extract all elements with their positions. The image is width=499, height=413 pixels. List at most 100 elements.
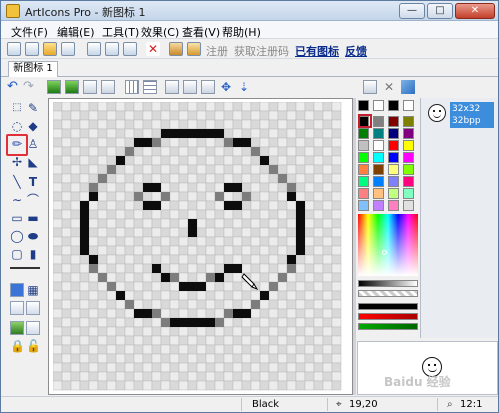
grid-cell[interactable] — [241, 218, 252, 229]
line-width-icon[interactable] — [10, 267, 40, 271]
menu-file[interactable]: 文件(F) — [11, 24, 48, 40]
grid-cell[interactable] — [205, 254, 216, 265]
grid-cell[interactable] — [277, 344, 288, 355]
grid-cell[interactable] — [322, 380, 333, 391]
grid-cell[interactable] — [187, 308, 198, 319]
grid-cell[interactable] — [214, 227, 225, 238]
grid-cell[interactable] — [142, 155, 153, 166]
grid-cell[interactable] — [304, 173, 315, 184]
grid-cell[interactable] — [53, 254, 63, 265]
grid-cell[interactable] — [151, 209, 162, 220]
grid-cell[interactable] — [277, 102, 288, 112]
grid-cell[interactable] — [313, 200, 324, 211]
grid-cell[interactable] — [133, 110, 144, 121]
grid-cell[interactable] — [97, 335, 108, 346]
brush-icon[interactable]: ♙ — [26, 137, 40, 151]
grid-cell[interactable] — [79, 155, 90, 166]
grid-cell[interactable] — [88, 299, 99, 310]
painted-pixel[interactable] — [260, 156, 269, 165]
grid-cell[interactable] — [196, 371, 207, 382]
grid-cell[interactable] — [196, 173, 207, 184]
grid-cell[interactable] — [160, 380, 171, 391]
grid-cell[interactable] — [133, 380, 144, 391]
grid-cell[interactable] — [133, 218, 144, 229]
painted-pixel[interactable] — [296, 237, 305, 246]
grid-cell[interactable] — [169, 155, 180, 166]
grid-cell[interactable] — [53, 218, 63, 229]
grid-cell[interactable] — [115, 317, 126, 328]
grid-cell[interactable] — [295, 263, 306, 274]
grid-cell[interactable] — [259, 164, 270, 175]
grid-cell[interactable] — [124, 362, 135, 373]
grid-cell[interactable] — [313, 263, 324, 274]
grid-cell[interactable] — [232, 371, 243, 382]
grid-cell[interactable] — [187, 209, 198, 220]
grid-cell[interactable] — [169, 146, 180, 157]
grid-cell[interactable] — [169, 254, 180, 265]
painted-pixel[interactable] — [161, 273, 170, 282]
grid-cell[interactable] — [232, 290, 243, 301]
grid-cell[interactable] — [304, 146, 315, 157]
grid-cell[interactable] — [214, 236, 225, 247]
grid-cell[interactable] — [241, 110, 252, 121]
grid-cell[interactable] — [214, 110, 225, 121]
grid-cell[interactable] — [286, 209, 297, 220]
palette-swatch[interactable] — [388, 188, 399, 199]
grid-cell[interactable] — [88, 272, 99, 283]
grid-cell[interactable] — [178, 272, 189, 283]
grid-cell[interactable] — [286, 164, 297, 175]
grid-cell[interactable] — [61, 299, 72, 310]
grid-cell[interactable] — [295, 182, 306, 193]
grid-cell[interactable] — [331, 209, 342, 220]
grid-cell[interactable] — [205, 380, 216, 391]
grid-cell[interactable] — [142, 281, 153, 292]
painted-pixel[interactable] — [89, 183, 98, 192]
grid-cell[interactable] — [106, 254, 117, 265]
grid-cell[interactable] — [331, 119, 342, 130]
grid-cell[interactable] — [304, 164, 315, 175]
grid-cell[interactable] — [286, 335, 297, 346]
grid-cell[interactable] — [79, 110, 90, 121]
grid-cell[interactable] — [70, 227, 81, 238]
grid-cell[interactable] — [286, 227, 297, 238]
grid-cell[interactable] — [61, 164, 72, 175]
grid-cell[interactable] — [160, 209, 171, 220]
grid-cell[interactable] — [223, 191, 234, 202]
painted-pixel[interactable] — [296, 210, 305, 219]
grid-cell[interactable] — [322, 191, 333, 202]
grid-cell[interactable] — [223, 245, 234, 256]
grid-cell[interactable] — [124, 380, 135, 391]
grid-cell[interactable] — [322, 317, 333, 328]
new-file-icon[interactable] — [25, 42, 39, 56]
palette-swatch[interactable] — [373, 176, 384, 187]
palette-swatch[interactable] — [373, 164, 384, 175]
grid-cell[interactable] — [61, 281, 72, 292]
grid-cell[interactable] — [259, 371, 270, 382]
grid-cell[interactable] — [133, 164, 144, 175]
grid-cell[interactable] — [97, 254, 108, 265]
ellipse-icon[interactable]: ◯ — [10, 229, 24, 243]
grid-cell[interactable] — [259, 272, 270, 283]
grid-cell[interactable] — [187, 137, 198, 148]
grid-cell[interactable] — [277, 317, 288, 328]
grid-cell[interactable] — [178, 254, 189, 265]
grid-cell[interactable] — [88, 317, 99, 328]
grid-cell[interactable] — [322, 371, 333, 382]
grid-cell[interactable] — [268, 326, 279, 337]
grid-cell[interactable] — [295, 362, 306, 373]
grid-cell[interactable] — [304, 317, 315, 328]
grid-cell[interactable] — [259, 209, 270, 220]
grid-cell[interactable] — [88, 146, 99, 157]
grid-cell[interactable] — [313, 371, 324, 382]
grid-cell[interactable] — [196, 299, 207, 310]
grid-cell[interactable] — [268, 272, 279, 283]
grid-cell[interactable] — [61, 245, 72, 256]
grid-cell[interactable] — [223, 290, 234, 301]
grid-cell[interactable] — [160, 236, 171, 247]
grid-cell[interactable] — [322, 362, 333, 373]
grid-cell[interactable] — [97, 290, 108, 301]
grid-cell[interactable] — [151, 299, 162, 310]
grid-cell[interactable] — [259, 227, 270, 238]
grid-cell[interactable] — [214, 308, 225, 319]
grid-cell[interactable] — [70, 362, 81, 373]
